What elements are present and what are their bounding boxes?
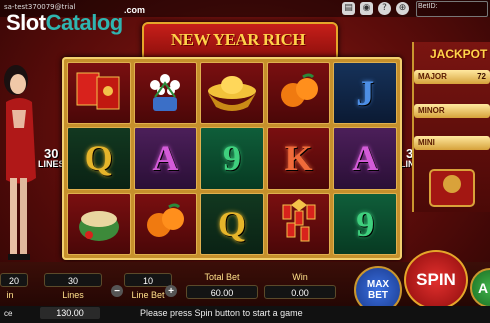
symbol-k: K bbox=[284, 138, 313, 179]
reel-cell: Q bbox=[200, 192, 264, 255]
total-bet-value: 60.00 bbox=[186, 285, 258, 299]
total-bet-label: Total Bet bbox=[204, 272, 240, 282]
oranges-icon bbox=[273, 67, 325, 120]
reel-cell: Q bbox=[67, 127, 131, 190]
line-bet-minus-button[interactable]: − bbox=[111, 285, 123, 297]
red-envelopes-icon bbox=[73, 67, 125, 120]
reel-cell bbox=[67, 62, 131, 125]
symbol-q: Q bbox=[84, 138, 113, 179]
help-icon[interactable]: ? bbox=[378, 2, 391, 15]
globe-icon[interactable]: ⊕ bbox=[396, 2, 409, 15]
status-message: Please press Spin button to start a game bbox=[140, 308, 303, 318]
reel-cell: K bbox=[266, 127, 331, 190]
symbol-a: A bbox=[152, 138, 179, 179]
sound-icon[interactable]: ◉ bbox=[360, 2, 373, 15]
coin-label: in bbox=[6, 290, 14, 300]
chat-icon[interactable]: ▤ bbox=[342, 2, 355, 15]
firecrackers-icon bbox=[273, 197, 325, 250]
win-label: Win bbox=[292, 272, 308, 282]
balance-value: 130.00 bbox=[40, 307, 100, 319]
jackpot-major: MAJOR 72 bbox=[414, 70, 490, 84]
line-bet-plus-button[interactable]: + bbox=[165, 285, 177, 297]
reel-cell bbox=[266, 192, 331, 255]
left-lines-indicator: 30 LINES bbox=[38, 146, 65, 169]
symbol-9: 9 bbox=[222, 138, 241, 179]
line-bet-value: 10 bbox=[124, 273, 172, 287]
coin-value[interactable]: 20 bbox=[0, 273, 28, 287]
watermark-com: .com bbox=[124, 5, 146, 15]
win-value: 0.00 bbox=[264, 285, 336, 299]
symbol-q: Q bbox=[217, 203, 246, 244]
reel-cell bbox=[133, 192, 198, 255]
reel-cell: A bbox=[333, 127, 397, 190]
gold-ingot-icon bbox=[202, 67, 262, 120]
bet-id-label: BetID: bbox=[418, 3, 438, 10]
jackpot-major-value: 72 bbox=[477, 72, 486, 81]
lines-value: 30 bbox=[44, 273, 102, 287]
reel-cell bbox=[67, 192, 131, 255]
symbol-9: 9 bbox=[356, 203, 375, 244]
reel-grid: JQA9KAQ9 bbox=[67, 62, 397, 255]
symbol-j: J bbox=[356, 73, 375, 114]
jackpot-mini: MINI bbox=[414, 136, 490, 150]
slotcatalog-watermark: SlotCatalog bbox=[6, 10, 123, 35]
spin-button[interactable]: SPIN bbox=[404, 250, 468, 310]
jackpot-title: JACKPOT bbox=[430, 47, 488, 61]
game-title: NEW YEAR RICH bbox=[170, 30, 306, 49]
oranges-icon bbox=[139, 197, 191, 250]
reel-cell: 9 bbox=[333, 192, 397, 255]
symbol-a: A bbox=[352, 138, 379, 179]
balance-label: ce bbox=[4, 309, 13, 318]
reel-cell bbox=[200, 62, 264, 125]
flowers-icon bbox=[139, 67, 191, 120]
reel-cell: J bbox=[333, 62, 397, 125]
throne-icon bbox=[429, 169, 475, 207]
lines-label: Lines bbox=[62, 290, 84, 300]
reel-cell bbox=[133, 62, 198, 125]
melon-icon bbox=[73, 197, 125, 250]
reel-cell: A bbox=[133, 127, 198, 190]
jackpot-minor: MINOR bbox=[414, 104, 490, 118]
reel-cell: 9 bbox=[200, 127, 264, 190]
reel-cell bbox=[266, 62, 331, 125]
